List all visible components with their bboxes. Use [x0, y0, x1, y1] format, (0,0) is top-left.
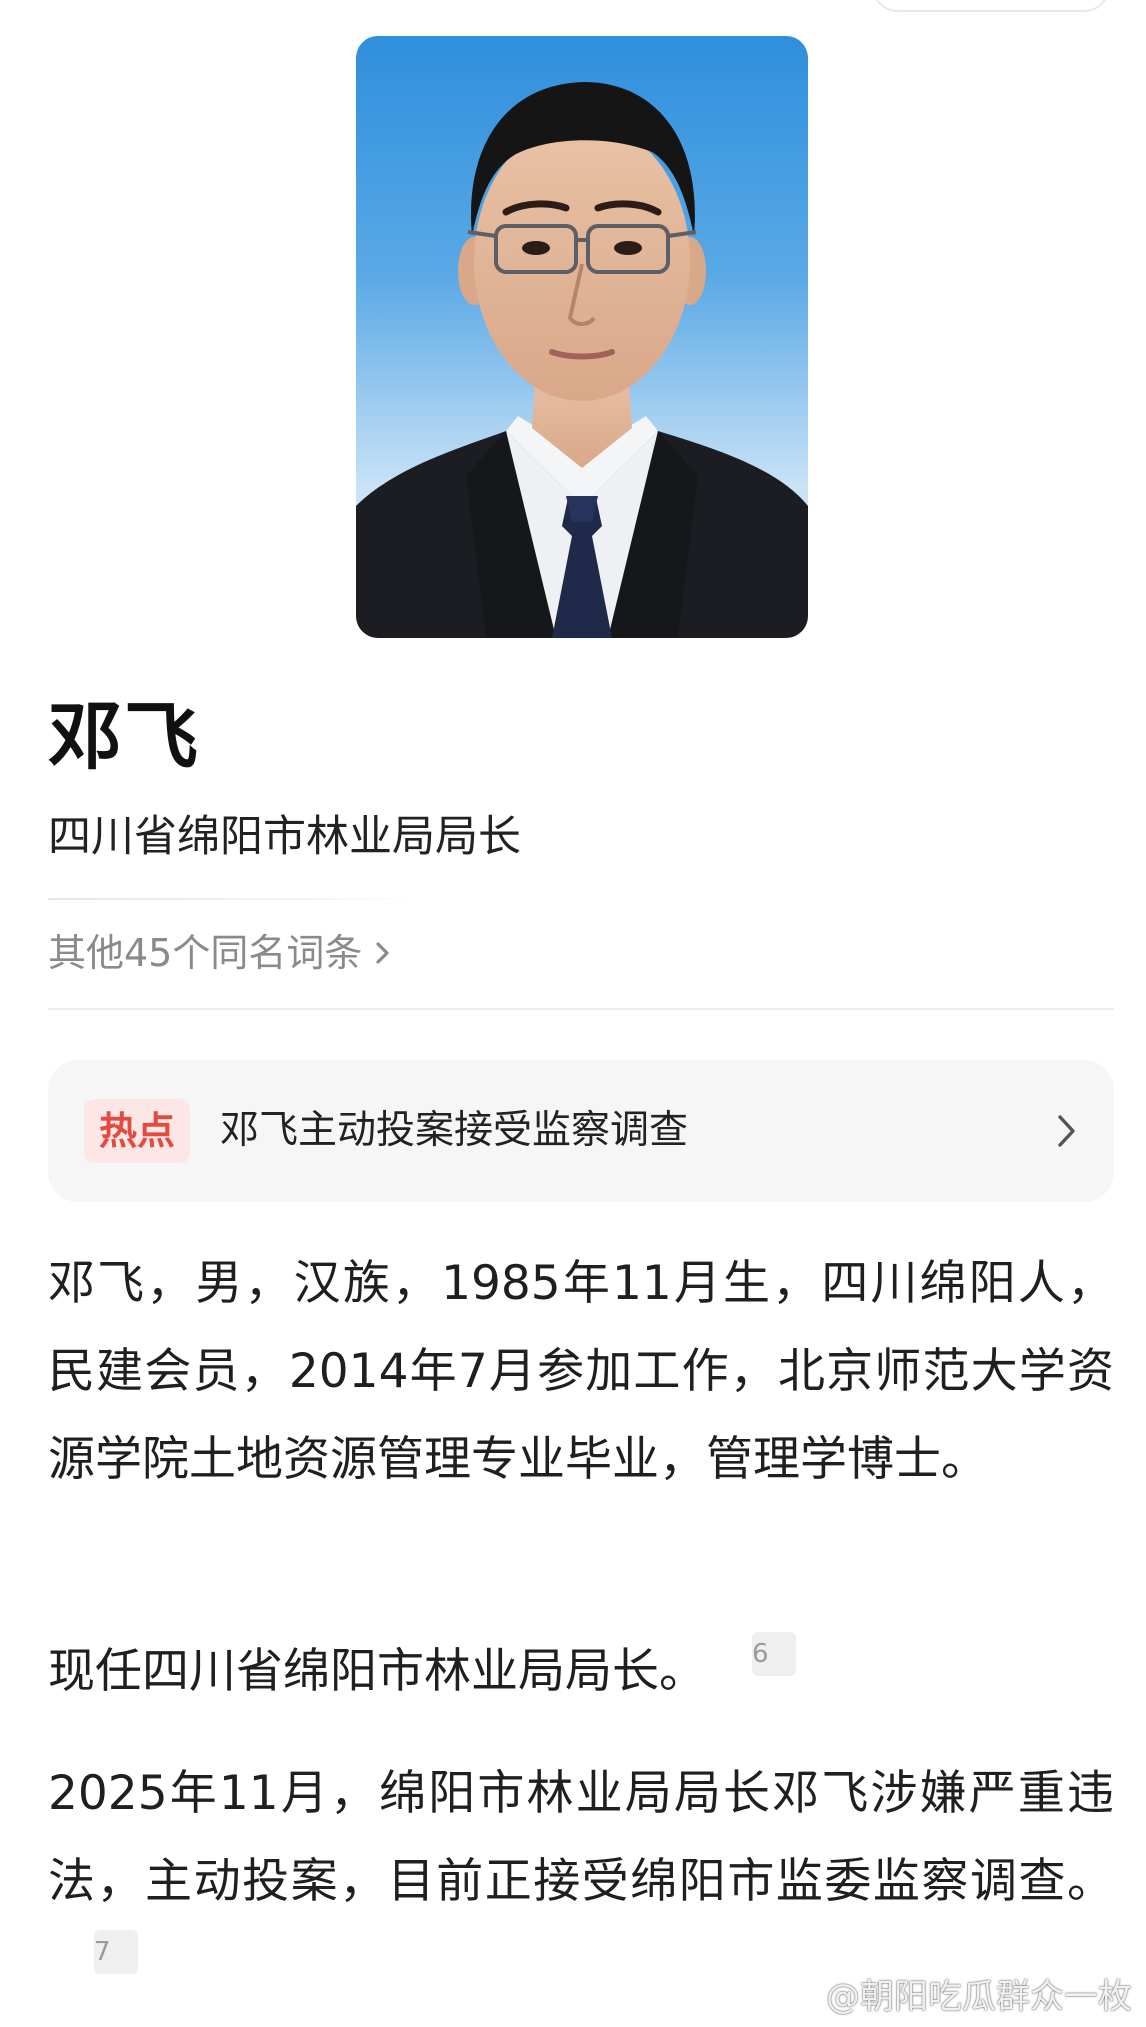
investigation-paragraph: 2025年11月，绵阳市林业局局长邓飞涉嫌严重违法，主动投案，目前正接受绵阳市监…: [48, 1750, 1114, 2014]
hot-topic-text: 邓飞主动投案接受监察调查: [220, 1108, 689, 1153]
chevron-right-icon: [376, 942, 389, 964]
hot-topic-card[interactable]: 热点 邓飞主动投案接受监察调查: [48, 1060, 1114, 1202]
portrait-photo[interactable]: [356, 36, 808, 638]
investigation-text: 2025年11月，绵阳市林业局局长邓飞涉嫌严重违法，主动投案，目前正接受绵阳市监…: [48, 1766, 1114, 1909]
same-name-entries-label: 其他45个同名词条: [48, 931, 363, 975]
bio-paragraph: 邓飞，男，汉族，1985年11月生，四川绵阳人，民建会员，2014年7月参加工作…: [48, 1240, 1114, 1504]
entry-title: 邓飞: [48, 694, 200, 780]
watermark: @朝阳吃瓜群众一枚: [778, 1980, 1132, 2014]
position-paragraph: 现任四川省绵阳市林业局局长。 6: [48, 1628, 1114, 1716]
divider: [48, 898, 418, 900]
baike-entry-page: 邓飞 四川省绵阳市林业局局长 其他45个同名词条 热点 邓飞主动投案接受监察调查…: [0, 0, 1146, 2027]
reference-marker[interactable]: 7: [94, 1930, 138, 1974]
watermark-text: @朝阳吃瓜群众一枚: [826, 1977, 1132, 2017]
entry-subtitle: 四川省绵阳市林业局局长: [48, 812, 521, 862]
hot-badge: 热点: [84, 1099, 190, 1163]
same-name-entries-link[interactable]: 其他45个同名词条: [48, 934, 392, 972]
portrait-illustration: [356, 82, 808, 638]
top-floating-pill[interactable]: [872, 0, 1110, 12]
divider: [48, 1008, 1114, 1010]
chevron-right-icon: [1058, 1115, 1075, 1147]
position-text: 现任四川省绵阳市林业局局长。: [48, 1644, 706, 1699]
bio-text: 邓飞，男，汉族，1985年11月生，四川绵阳人，民建会员，2014年7月参加工作…: [48, 1256, 1114, 1487]
reference-marker[interactable]: 6: [752, 1632, 796, 1676]
weibo-icon: [779, 1985, 815, 2013]
